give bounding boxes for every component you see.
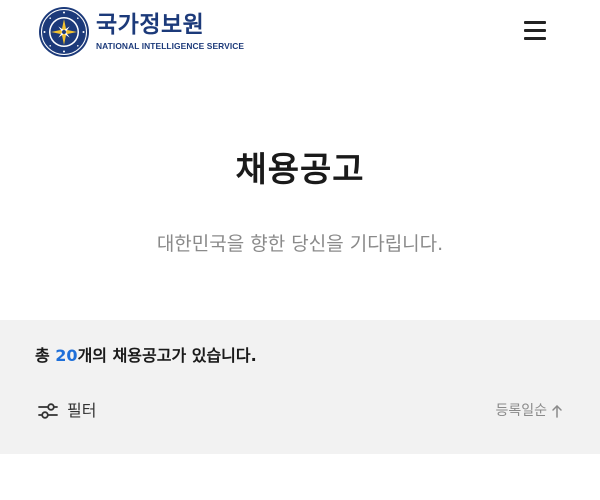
site-header: 국가정보원 NATIONAL INTELLIGENCE SERVICE (0, 0, 600, 62)
logo-text: 국가정보원 NATIONAL INTELLIGENCE SERVICE (96, 12, 244, 52)
listing-toolbar: 총 20개의 채용공고가 있습니다. 필터 등록일순 (0, 320, 600, 454)
menu-bar (524, 21, 546, 24)
arrow-up-icon (552, 405, 562, 418)
sort-button[interactable]: 등록일순 (495, 400, 564, 422)
job-listing-area (0, 454, 600, 500)
menu-bar (524, 37, 546, 40)
site-logo[interactable]: 국가정보원 NATIONAL INTELLIGENCE SERVICE (38, 6, 244, 58)
page-subtitle: 대한민국을 향한 당신을 기다립니다. (156, 233, 444, 255)
total-count-prefix: 총 (35, 346, 56, 365)
logo-korean-name: 국가정보원 (96, 12, 205, 38)
page-title: 채용공고 (235, 150, 365, 190)
menu-bar (524, 29, 546, 32)
filter-sliders-icon (38, 403, 58, 419)
hamburger-menu-icon[interactable] (520, 16, 552, 44)
filter-label: 필터 (67, 401, 97, 420)
total-count-number: 20 (55, 346, 78, 365)
nis-emblem-icon (39, 7, 89, 57)
sort-label: 등록일순 (495, 403, 547, 419)
total-count-text: 총 20개의 채용공고가 있습니다. (35, 344, 257, 368)
filter-button[interactable]: 필터 (37, 400, 96, 422)
total-count-suffix: 개의 채용공고가 있습니다. (77, 346, 257, 365)
logo-english-name: NATIONAL INTELLIGENCE SERVICE (96, 41, 245, 51)
